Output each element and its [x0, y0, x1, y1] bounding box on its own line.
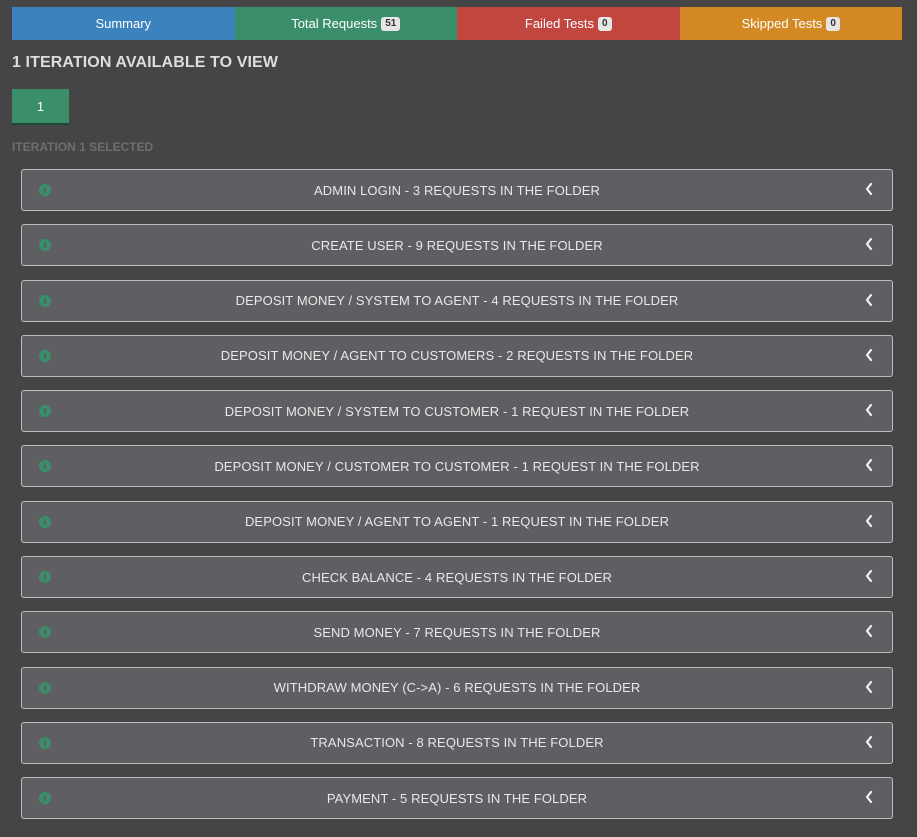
info-icon: [39, 571, 51, 584]
info-icon: [39, 349, 51, 362]
info-icon: [39, 405, 51, 418]
folder-row[interactable]: DEPOSIT MONEY / SYSTEM TO CUSTOMER - 1 R…: [21, 390, 893, 433]
tab-skipped-tests-label: Skipped Tests: [741, 16, 823, 31]
chevron-left-icon[interactable]: [864, 735, 874, 749]
info-icon: [39, 239, 51, 252]
folder-row[interactable]: CREATE USER - 9 REQUESTS IN THE FOLDER: [21, 224, 893, 267]
chevron-left-icon[interactable]: [864, 514, 874, 528]
tab-failed-tests[interactable]: Failed Tests 0: [457, 7, 680, 40]
folder-row[interactable]: DEPOSIT MONEY / CUSTOMER TO CUSTOMER - 1…: [21, 445, 893, 488]
info-icon: [39, 736, 51, 749]
chevron-left-icon[interactable]: [864, 182, 874, 196]
folder-label: DEPOSIT MONEY / SYSTEM TO CUSTOMER - 1 R…: [224, 403, 690, 419]
skipped-tests-count-badge: 0: [826, 16, 840, 31]
iteration-1-button[interactable]: 1: [12, 89, 69, 125]
tab-total-requests[interactable]: Total Requests 51: [234, 7, 457, 40]
folder-label: PAYMENT - 5 REQUESTS IN THE FOLDER: [326, 790, 588, 806]
chevron-left-icon[interactable]: [864, 624, 874, 638]
folder-row[interactable]: SEND MONEY - 7 REQUESTS IN THE FOLDER: [21, 611, 893, 654]
tab-total-requests-label: Total Requests: [291, 16, 378, 31]
info-icon: [39, 294, 51, 307]
tab-skipped-tests[interactable]: Skipped Tests 0: [679, 7, 902, 40]
folder-label: SEND MONEY - 7 REQUESTS IN THE FOLDER: [313, 624, 601, 640]
folder-label: WITHDRAW MONEY (C->A) - 6 REQUESTS IN TH…: [273, 680, 641, 696]
folder-label: CHECK BALANCE - 4 REQUESTS IN THE FOLDER: [301, 569, 613, 585]
folder-label: DEPOSIT MONEY / AGENT TO CUSTOMERS - 2 R…: [220, 348, 694, 364]
info-icon: [39, 460, 51, 473]
info-icon: [39, 184, 51, 196]
folder-row[interactable]: CHECK BALANCE - 4 REQUESTS IN THE FOLDER: [21, 556, 893, 599]
tab-summary[interactable]: Summary: [12, 7, 235, 40]
info-icon: [39, 792, 51, 805]
tab-failed-tests-label: Failed Tests: [524, 16, 595, 31]
folder-row[interactable]: WITHDRAW MONEY (C->A) - 6 REQUESTS IN TH…: [21, 666, 893, 709]
chevron-left-icon[interactable]: [864, 680, 874, 694]
folder-row[interactable]: DEPOSIT MONEY / SYSTEM TO AGENT - 4 REQU…: [21, 279, 893, 322]
iteration-selected-text: ITERATION 1 SELECTED: [12, 140, 154, 154]
folder-label: DEPOSIT MONEY / AGENT TO AGENT - 1 REQUE…: [244, 514, 670, 530]
chevron-left-icon[interactable]: [864, 293, 874, 307]
folder-label: DEPOSIT MONEY / SYSTEM TO AGENT - 4 REQU…: [235, 293, 679, 309]
tab-summary-label: Summary: [95, 16, 152, 31]
chevron-left-icon[interactable]: [864, 458, 874, 472]
folder-row[interactable]: DEPOSIT MONEY / AGENT TO CUSTOMERS - 2 R…: [21, 334, 893, 377]
folder-row[interactable]: PAYMENT - 5 REQUESTS IN THE FOLDER: [21, 777, 893, 820]
chevron-left-icon[interactable]: [864, 790, 874, 804]
chevron-left-icon[interactable]: [864, 348, 874, 362]
info-icon: [39, 515, 51, 528]
folder-row[interactable]: TRANSACTION - 8 REQUESTS IN THE FOLDER: [21, 721, 893, 764]
folder-label: DEPOSIT MONEY / CUSTOMER TO CUSTOMER - 1…: [214, 458, 700, 474]
folder-row[interactable]: ADMIN LOGIN - 3 REQUESTS IN THE FOLDER: [21, 169, 893, 211]
folder-row[interactable]: DEPOSIT MONEY / AGENT TO AGENT - 1 REQUE…: [21, 500, 893, 543]
folder-label: ADMIN LOGIN - 3 REQUESTS IN THE FOLDER: [314, 182, 600, 198]
chevron-left-icon[interactable]: [864, 569, 874, 583]
failed-tests-count-badge: 0: [598, 16, 612, 31]
folder-label: CREATE USER - 9 REQUESTS IN THE FOLDER: [311, 237, 603, 253]
chevron-left-icon[interactable]: [864, 403, 874, 417]
info-icon: [39, 626, 51, 639]
folder-label: TRANSACTION - 8 REQUESTS IN THE FOLDER: [310, 735, 604, 751]
info-icon: [39, 681, 51, 694]
report-tabs: Summary Total Requests 51 Failed Tests 0…: [12, 7, 902, 40]
folder-list: ADMIN LOGIN - 3 REQUESTS IN THE FOLDER CR…: [21, 169, 893, 833]
iterations-heading: 1 ITERATION AVAILABLE TO VIEW: [12, 54, 279, 71]
total-requests-count-badge: 51: [381, 16, 401, 31]
chevron-left-icon[interactable]: [864, 237, 874, 251]
